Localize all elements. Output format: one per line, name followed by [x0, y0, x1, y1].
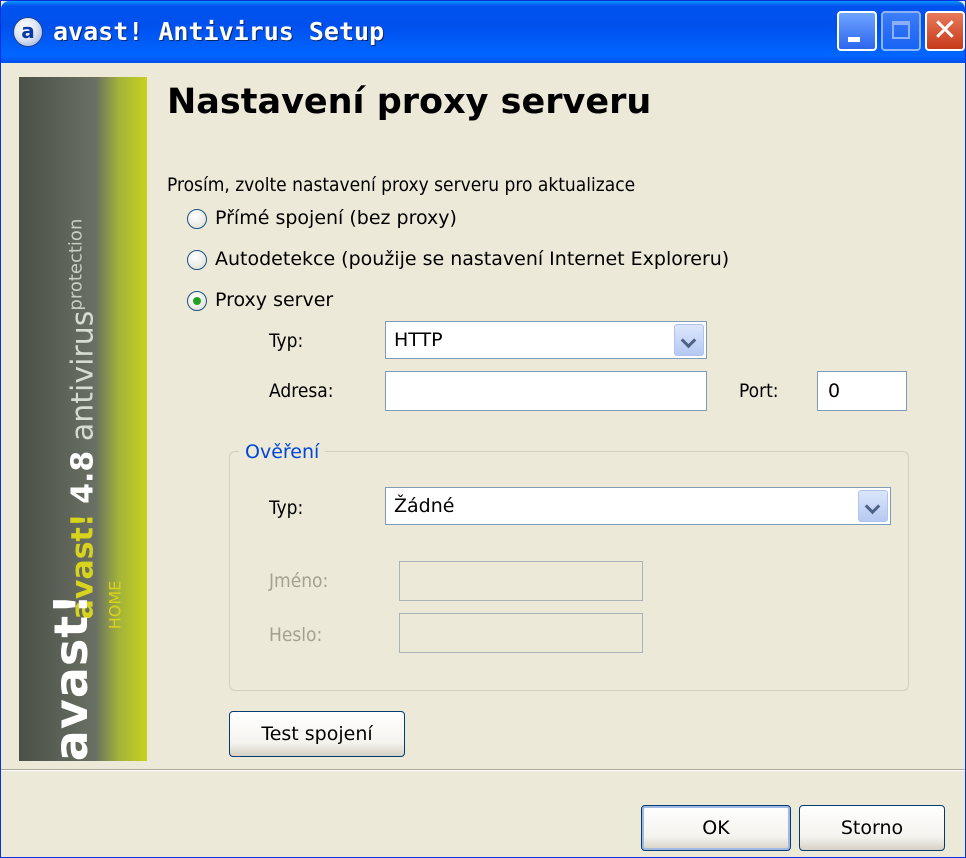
auth-name-label: Jméno:	[269, 570, 329, 592]
proxy-port-label: Port:	[739, 380, 779, 402]
banner-edition: HOME	[105, 580, 125, 630]
footer-divider	[1, 769, 965, 771]
auth-name-input	[399, 561, 643, 601]
radio-proxy-server[interactable]: Proxy server	[187, 287, 747, 315]
banner-version: 4.8	[65, 450, 101, 504]
ok-button[interactable]: OK	[641, 805, 791, 851]
proxy-type-value: HTTP	[394, 329, 443, 351]
radio-direct-label[interactable]: Přímé spojení (bez proxy)	[215, 206, 457, 230]
auth-type-select[interactable]: Žádné	[385, 487, 891, 525]
maximize-button	[881, 11, 921, 51]
close-button[interactable]: ✕	[925, 11, 965, 51]
maximize-icon	[892, 21, 910, 39]
proxy-type-select[interactable]: HTTP	[385, 321, 707, 359]
product-banner: avast! 4.8 antivirusprotection avast! HO…	[19, 77, 147, 761]
banner-tag: protection	[65, 218, 87, 311]
chevron-down-icon[interactable]	[674, 324, 704, 356]
auth-type-label: Typ:	[269, 497, 304, 519]
minimize-icon	[848, 37, 860, 42]
chevron-down-icon[interactable]	[858, 490, 888, 522]
auth-groupbox-legend: Ověření	[239, 440, 326, 464]
avast-logo: avast!	[44, 592, 98, 761]
proxy-address-label: Adresa:	[269, 380, 334, 402]
window-title: avast! Antivirus Setup	[53, 17, 385, 46]
cancel-button[interactable]: Storno	[799, 805, 945, 851]
radio-autodetect[interactable]: Autodetekce (použije se nastavení Intern…	[187, 246, 747, 274]
radio-proxy-server-label[interactable]: Proxy server	[215, 288, 333, 312]
minimize-button[interactable]	[837, 11, 877, 51]
proxy-prompt: Prosím, zvolte nastavení proxy serveru p…	[167, 174, 636, 196]
close-icon: ✕	[932, 13, 958, 48]
banner-product: antivirus	[65, 310, 101, 442]
radio-direct[interactable]: Přímé spojení (bez proxy)	[187, 205, 747, 233]
proxy-port-input[interactable]: 0	[817, 371, 907, 411]
avast-app-icon: a	[13, 17, 43, 47]
page-title: Nastavení proxy serveru	[167, 82, 652, 122]
radio-autodetect-label[interactable]: Autodetekce (použije se nastavení Intern…	[215, 247, 729, 271]
test-connection-button[interactable]: Test spojení	[229, 711, 405, 757]
radio-proxy-server-indicator[interactable]	[187, 291, 207, 311]
title-bar[interactable]: a avast! Antivirus Setup ✕	[1, 1, 965, 63]
auth-password-input	[399, 613, 643, 653]
proxy-type-label: Typ:	[269, 330, 304, 352]
radio-direct-indicator[interactable]	[187, 209, 207, 229]
auth-type-value: Žádné	[394, 495, 455, 517]
proxy-address-input[interactable]	[385, 371, 707, 411]
proxy-port-value: 0	[828, 380, 841, 402]
setup-window: a avast! Antivirus Setup ✕ avast! 4.8 an…	[0, 0, 966, 858]
radio-autodetect-indicator[interactable]	[187, 250, 207, 270]
auth-password-label: Heslo:	[269, 624, 323, 646]
banner-product-text: avast! 4.8 antivirusprotection	[66, 219, 101, 620]
